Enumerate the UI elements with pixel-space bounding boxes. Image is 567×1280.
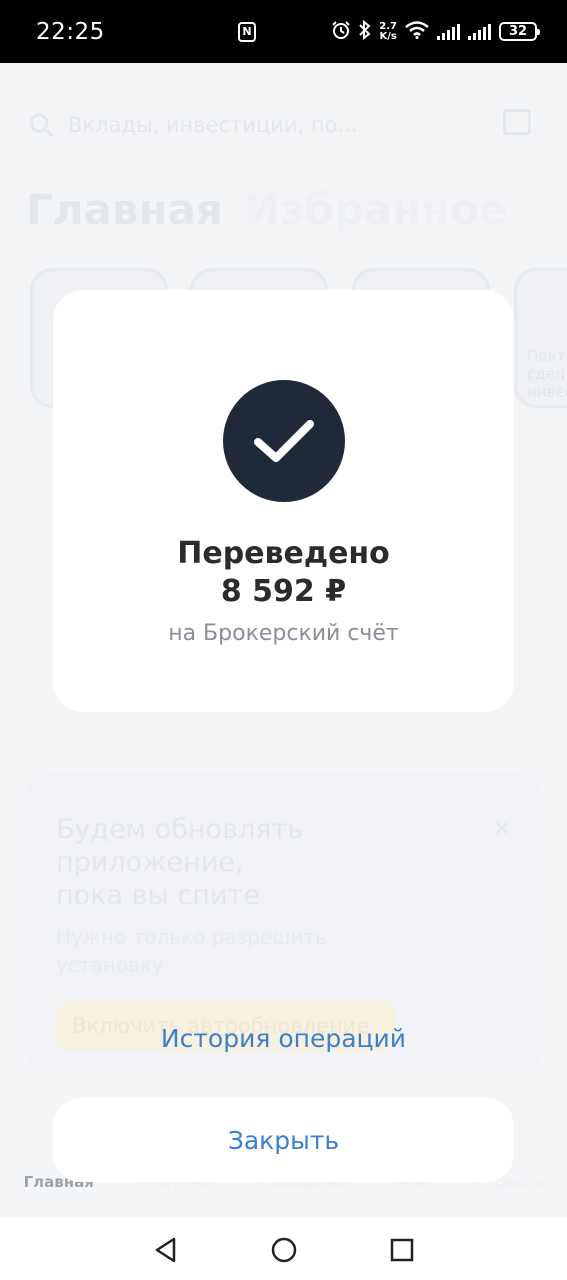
promo-title-line: приложение, xyxy=(56,847,244,878)
network-speed: 2.7 K/s xyxy=(379,21,397,42)
screen: 22:25 N 2.7 K/s 32 Вклады, инвестиции, п… xyxy=(0,0,567,1280)
tab-main: Главная xyxy=(26,185,223,234)
search-placeholder: Вклады, инвестиции, по... xyxy=(68,113,358,137)
promo-text: Нужно только разрешить установку xyxy=(56,923,327,979)
operations-history-link[interactable]: История операций xyxy=(0,1024,567,1053)
home-icon xyxy=(503,109,531,135)
promo-title: Будем обновлять приложение, пока вы спит… xyxy=(56,813,303,912)
close-button[interactable]: Закрыть xyxy=(53,1098,514,1182)
bluetooth-icon xyxy=(359,19,371,44)
promo-title-line: пока вы спите xyxy=(56,880,260,911)
alarm-icon xyxy=(331,20,351,44)
wifi-icon xyxy=(405,20,429,43)
promo-title-line: Будем обновлять xyxy=(56,814,304,845)
transfer-destination: на Брокерский счёт xyxy=(168,621,399,646)
status-bar: 22:25 N 2.7 K/s 32 xyxy=(0,0,567,63)
nfc-icon: N xyxy=(238,22,256,42)
home-nav-icon[interactable] xyxy=(270,1236,298,1264)
signal-icon-2 xyxy=(468,23,491,40)
back-icon[interactable] xyxy=(152,1236,180,1264)
recents-icon[interactable] xyxy=(388,1236,416,1264)
main-tabs: Главная Избранное xyxy=(26,185,507,234)
battery-icon: 32 xyxy=(499,22,540,41)
status-icons: 2.7 K/s 32 xyxy=(331,0,540,63)
promo-text-line: установку xyxy=(56,953,164,977)
signal-icon-1 xyxy=(437,23,460,40)
search-icon xyxy=(29,113,54,138)
promo-text-line: Нужно только разрешить xyxy=(56,925,328,949)
system-nav-bar xyxy=(0,1218,567,1280)
close-icon: ✕ xyxy=(492,817,511,842)
dialog-title: Переведено xyxy=(177,536,390,571)
success-check-icon xyxy=(223,380,345,502)
story-card: Повт... сдел... инвес... xyxy=(514,268,567,408)
network-speed-unit: K/s xyxy=(379,30,397,42)
success-dialog: Переведено 8 592 ₽ на Брокерский счёт xyxy=(53,290,514,712)
story-label: Повт... сдел... инвес... xyxy=(527,347,567,401)
transfer-amount: 8 592 ₽ xyxy=(220,574,347,609)
tab-favorites: Избранное xyxy=(244,185,508,234)
status-time: 22:25 xyxy=(36,18,105,45)
search-bar: Вклады, инвестиции, по... xyxy=(28,101,498,149)
